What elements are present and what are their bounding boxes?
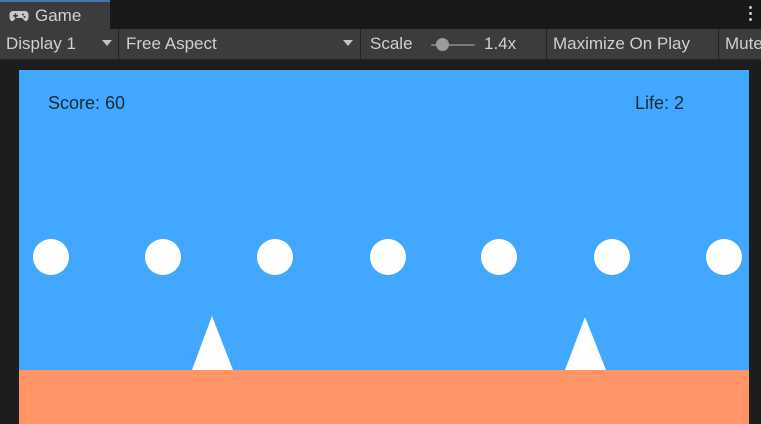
score-text: Score: 60 xyxy=(48,93,126,113)
toolbar-divider xyxy=(118,29,119,59)
scale-label-text: Scale xyxy=(370,34,413,53)
orb xyxy=(370,239,406,275)
game-canvas[interactable]: Score: 60 Life: 2 xyxy=(19,70,749,424)
display-dropdown-label: Display 1 xyxy=(6,34,76,53)
tab-game-label: Game xyxy=(35,5,82,25)
display-chevron-down-icon xyxy=(102,40,112,46)
game-scene xyxy=(19,70,749,424)
gamepad-icon xyxy=(9,9,29,23)
aspect-chevron-down-icon xyxy=(343,40,353,46)
more-options-icon[interactable] xyxy=(747,6,753,22)
toolbar-divider xyxy=(360,29,361,59)
orb xyxy=(33,239,69,275)
orb xyxy=(145,239,181,275)
scale-value: 1.4x xyxy=(484,29,516,59)
mute-audio-label: Mute xyxy=(725,34,761,53)
scale-label: Scale xyxy=(370,29,413,59)
scale-value-text: 1.4x xyxy=(484,34,517,53)
display-dropdown[interactable]: Display 1 xyxy=(6,29,76,59)
aspect-dropdown-label: Free Aspect xyxy=(126,34,217,53)
orb xyxy=(481,239,517,275)
unity-game-window: Game Display 1 Free Aspect Scale 1.4x Ma… xyxy=(0,0,761,424)
maximize-on-play-label: Maximize On Play xyxy=(553,34,690,53)
mute-audio-toggle[interactable]: Mute xyxy=(725,29,761,59)
tab-game[interactable]: Game xyxy=(0,0,110,29)
ground xyxy=(19,370,749,424)
scale-slider-handle[interactable] xyxy=(436,38,449,51)
life-text: Life: 2 xyxy=(635,93,685,113)
orb xyxy=(257,239,293,275)
sky-background xyxy=(19,70,749,370)
orb xyxy=(594,239,630,275)
game-toolbar: Display 1 Free Aspect Scale 1.4x Maximiz… xyxy=(0,29,761,60)
maximize-on-play-toggle[interactable]: Maximize On Play xyxy=(553,29,690,59)
aspect-dropdown[interactable]: Free Aspect xyxy=(126,29,217,59)
tab-bar: Game xyxy=(0,0,761,30)
toolbar-divider xyxy=(718,29,719,59)
orb xyxy=(706,239,742,275)
toolbar-divider xyxy=(546,29,547,59)
